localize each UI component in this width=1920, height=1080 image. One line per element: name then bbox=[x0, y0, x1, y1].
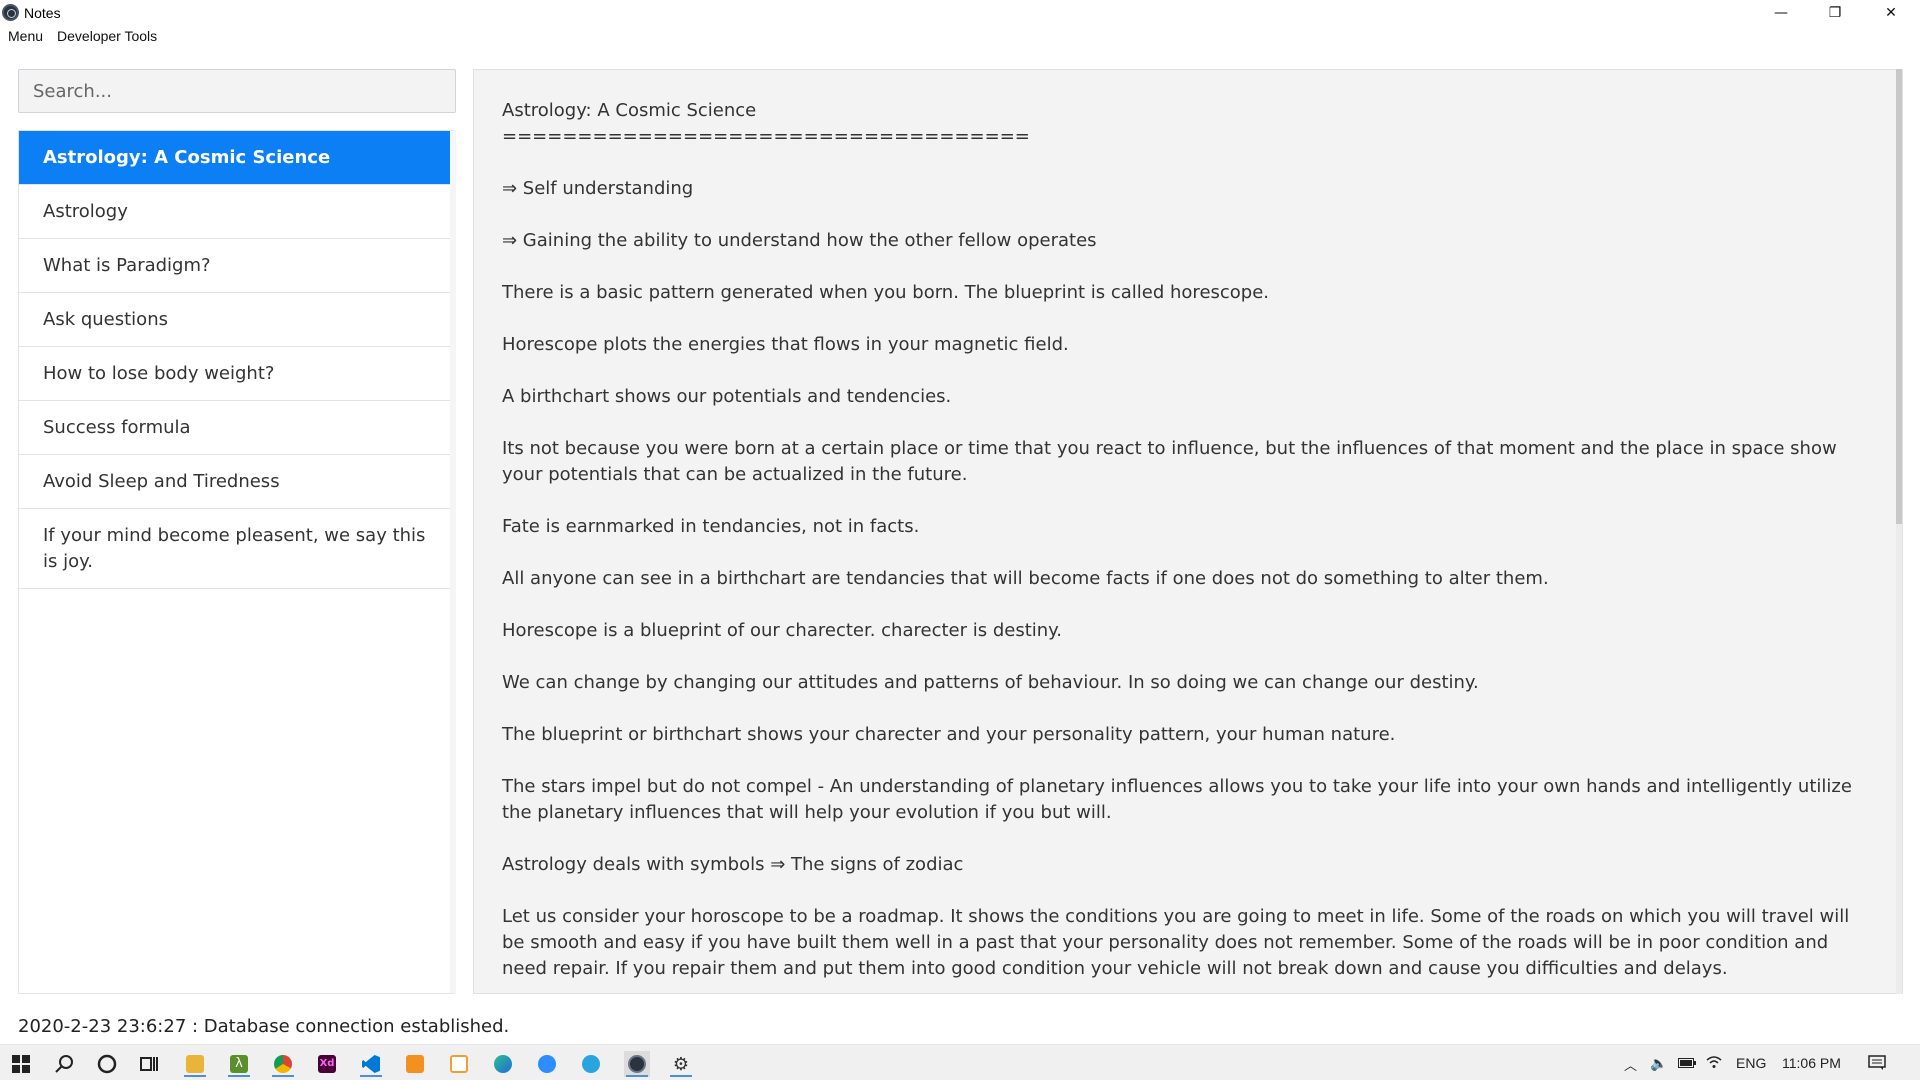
notification-center-icon[interactable] bbox=[1868, 1055, 1886, 1074]
minimize-button[interactable]: — bbox=[1754, 0, 1808, 26]
note-paragraph: The stars impel but do not compel - An u… bbox=[502, 776, 1852, 823]
notes-app-icon bbox=[2, 4, 19, 21]
list-item-what-is-paradigm[interactable]: What is Paradigm? bbox=[19, 239, 450, 293]
content-scrollbar-thumb[interactable] bbox=[1896, 69, 1902, 524]
list-item-astrology-cosmic-science[interactable]: Astrology: A Cosmic Science bbox=[19, 131, 450, 185]
title-bar: Notes — ❐ ✕ bbox=[0, 0, 1920, 26]
chrome-icon[interactable] bbox=[270, 1051, 296, 1077]
menu-item-developer-tools[interactable]: Developer Tools bbox=[57, 28, 157, 50]
note-content[interactable]: Astrology: A Cosmic Science ============… bbox=[473, 69, 1903, 994]
list-item-astrology[interactable]: Astrology bbox=[19, 185, 450, 239]
note-paragraph: Its not because you were born at a certa… bbox=[502, 438, 1837, 485]
note-paragraph: ⇒ Self understanding bbox=[502, 178, 694, 199]
search-icon[interactable] bbox=[52, 1051, 78, 1077]
adobe-xd-icon[interactable]: Xd bbox=[314, 1051, 340, 1077]
volume-icon[interactable]: 🔈 bbox=[1650, 1055, 1667, 1072]
clock[interactable]: 11:06 PM bbox=[1782, 1055, 1841, 1071]
note-paragraph: There is a basic pattern generated when … bbox=[502, 282, 1270, 303]
note-paragraph: Fate is earnmarked in tendancies, not in… bbox=[502, 516, 920, 537]
note-paragraph: A birthchart shows our potentials and te… bbox=[502, 386, 952, 407]
orange-app-icon[interactable] bbox=[446, 1051, 472, 1077]
chevron-up-icon[interactable]: ︿ bbox=[1624, 1055, 1637, 1074]
menu-bar: Menu Developer Tools bbox=[0, 28, 157, 50]
note-title: Astrology: A Cosmic Science bbox=[502, 100, 757, 121]
list-item-label: Astrology bbox=[43, 200, 128, 222]
list-item-label: How to lose body weight? bbox=[43, 362, 275, 384]
note-paragraph: Astrology deals with symbols ⇒ The signs… bbox=[502, 854, 964, 875]
list-item-lose-body-weight[interactable]: How to lose body weight? bbox=[19, 347, 450, 401]
list-item-avoid-sleep[interactable]: Avoid Sleep and Tiredness bbox=[19, 455, 450, 509]
taskbar: λ Xd ⚙ ︿ 🔈 ENG 11:06 PM bbox=[0, 1044, 1920, 1080]
note-paragraph: The blueprint or birthchart shows your c… bbox=[502, 724, 1396, 745]
list-item-label: Avoid Sleep and Tiredness bbox=[43, 470, 280, 492]
note-paragraph: Horescope plots the energies that flows … bbox=[502, 334, 1069, 355]
search-input[interactable] bbox=[18, 69, 456, 113]
list-item-label: Astrology: A Cosmic Science bbox=[43, 146, 331, 168]
lambda-app-icon[interactable]: λ bbox=[226, 1051, 252, 1077]
language-indicator[interactable]: ENG bbox=[1736, 1055, 1766, 1071]
list-item-label: Success formula bbox=[43, 416, 191, 438]
note-paragraph: Let us consider your horoscope to be a r… bbox=[502, 906, 1850, 979]
zoom-icon[interactable] bbox=[534, 1051, 560, 1077]
edge-icon[interactable] bbox=[490, 1051, 516, 1077]
list-item-label: Ask questions bbox=[43, 308, 168, 330]
close-button[interactable]: ✕ bbox=[1864, 0, 1918, 26]
list-item-mind-pleasent[interactable]: If your mind become pleasent, we say thi… bbox=[19, 509, 450, 589]
settings-icon[interactable]: ⚙ bbox=[668, 1051, 694, 1077]
menu-item-menu[interactable]: Menu bbox=[8, 28, 43, 50]
file-explorer-icon[interactable] bbox=[182, 1051, 208, 1077]
list-item-ask-questions[interactable]: Ask questions bbox=[19, 293, 450, 347]
restore-button[interactable]: ❐ bbox=[1808, 0, 1862, 26]
start-icon[interactable] bbox=[8, 1051, 34, 1077]
note-paragraph: We can change by changing our attitudes … bbox=[502, 672, 1479, 693]
note-title-underline: =================================== bbox=[502, 126, 1030, 147]
status-message: 2020-2-23 23:6:27 : Database connection … bbox=[18, 1016, 510, 1037]
telegram-icon[interactable] bbox=[578, 1051, 604, 1077]
sublime-icon[interactable] bbox=[402, 1051, 428, 1077]
list-item-label: If your mind become pleasent, we say thi… bbox=[43, 524, 426, 572]
note-paragraph: Horescope is a blueprint of our charecte… bbox=[502, 620, 1062, 641]
notes-list: Astrology: A Cosmic Science Astrology Wh… bbox=[18, 130, 456, 994]
cortana-icon[interactable] bbox=[94, 1051, 120, 1077]
list-item-label: What is Paradigm? bbox=[43, 254, 211, 276]
task-view-icon[interactable] bbox=[136, 1051, 162, 1077]
note-paragraph: All anyone can see in a birthchart are t… bbox=[502, 568, 1549, 589]
note-paragraph: ⇒ Gaining the ability to understand how … bbox=[502, 230, 1097, 251]
battery-icon[interactable] bbox=[1678, 1055, 1696, 1071]
window-title: Notes bbox=[24, 5, 61, 21]
list-item-success-formula[interactable]: Success formula bbox=[19, 401, 450, 455]
wifi-icon[interactable] bbox=[1706, 1055, 1722, 1072]
notes-app-taskbar-icon[interactable] bbox=[624, 1051, 650, 1077]
vscode-icon[interactable] bbox=[358, 1051, 384, 1077]
